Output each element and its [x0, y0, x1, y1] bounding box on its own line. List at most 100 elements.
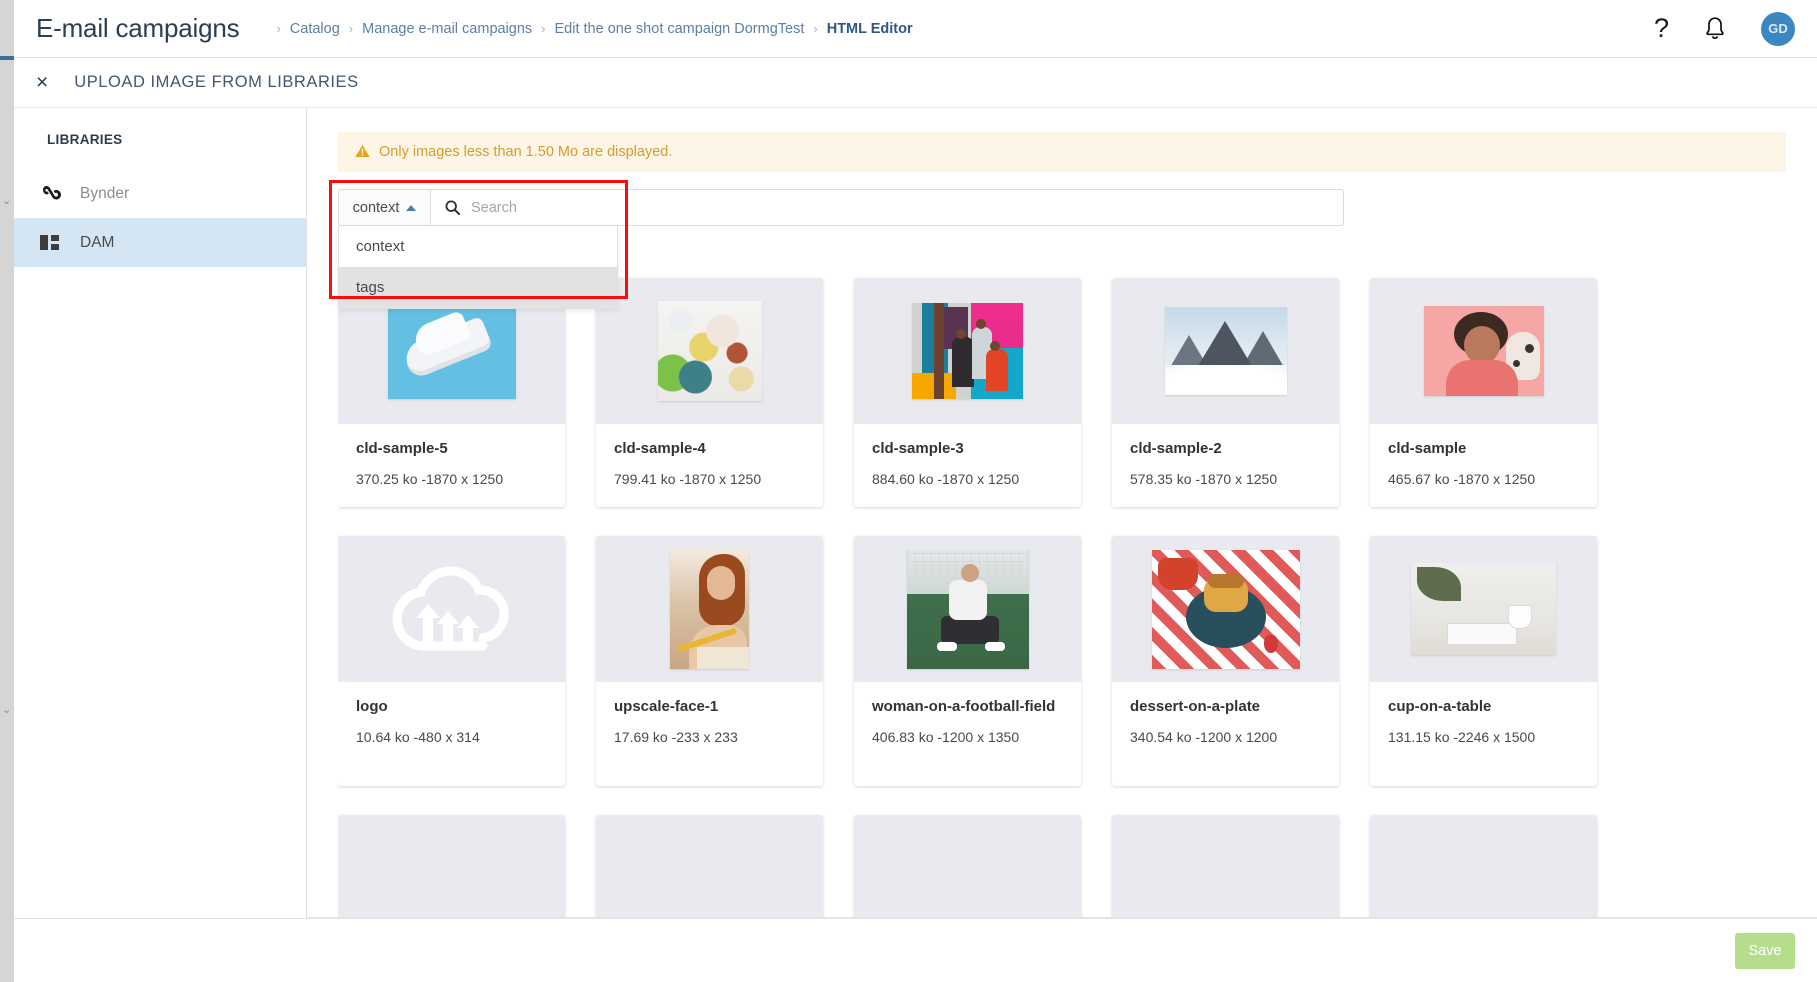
- image-card-meta: cld-sample-2 578.35 ko -1870 x 1250: [1112, 424, 1339, 507]
- image-card-cld-sample[interactable]: cld-sample 465.67 ko -1870 x 1250: [1370, 278, 1597, 508]
- image-card-info: 884.60 ko -1870 x 1250: [872, 471, 1020, 488]
- header-actions: ? GD: [1654, 11, 1817, 46]
- thumbnail-cloud-upload-logo: [338, 536, 565, 683]
- sidebar-heading: LIBRARIES: [47, 132, 123, 147]
- image-card-title: cld-sample-4: [614, 440, 706, 457]
- sidebar-item-dam[interactable]: DAM: [14, 218, 306, 267]
- cloud-upload-icon: [392, 566, 509, 651]
- caret-up-icon: [406, 204, 417, 211]
- thumbnail-cup-on-table: [1370, 536, 1597, 683]
- image-card-logo[interactable]: logo 10.64 ko -480 x 314: [338, 536, 565, 787]
- modal-header: × UPLOAD IMAGE FROM LIBRARIES: [14, 58, 1817, 108]
- breadcrumb-separator-0: ›: [276, 21, 281, 36]
- image-card-info: 578.35 ko -1870 x 1250: [1130, 471, 1278, 488]
- rail-chevron-icon-2: ⌄: [2, 704, 12, 716]
- image-card-info: 131.15 ko -2246 x 1500: [1388, 729, 1536, 746]
- breadcrumb-item-catalog[interactable]: Catalog: [290, 21, 340, 37]
- image-card-meta: cld-sample-3 884.60 ko -1870 x 1250: [854, 424, 1081, 507]
- modal-body: LIBRARIES Bynder DAM Only images less th…: [14, 108, 1817, 982]
- image-card-title: cld-sample-2: [1130, 440, 1222, 457]
- library-content-panel: Only images less than 1.50 Mo are displa…: [307, 108, 1817, 982]
- thumbnail-snowy-mountain: [1112, 278, 1339, 424]
- image-card-info: 465.67 ko -1870 x 1250: [1388, 471, 1536, 488]
- image-card-title: cld-sample-3: [872, 440, 964, 457]
- image-card-title: cup-on-a-table: [1388, 698, 1492, 716]
- bynder-icon: [40, 185, 66, 203]
- image-card-woman-on-a-football-field[interactable]: woman-on-a-football-field 406.83 ko -120…: [854, 536, 1081, 787]
- sidebar-item-label-dam: DAM: [80, 233, 115, 251]
- image-card-info: 17.69 ko -233 x 233: [614, 729, 738, 746]
- grid-icon: [40, 235, 66, 250]
- app-left-rail: ⌄ ⌄: [0, 0, 14, 982]
- warning-triangle-icon: [355, 144, 370, 160]
- breadcrumb: › Catalog › Manage e-mail campaigns › Ed…: [267, 21, 912, 37]
- breadcrumb-item-edit-campaign[interactable]: Edit the one shot campaign DormgTest: [555, 21, 805, 37]
- image-card-cld-sample-3[interactable]: cld-sample-3 884.60 ko -1870 x 1250: [854, 278, 1081, 508]
- image-card-info: 10.64 ko -480 x 314: [356, 729, 480, 746]
- image-card-title: cld-sample-5: [356, 440, 448, 457]
- sidebar-item-label-bynder: Bynder: [80, 184, 130, 202]
- breadcrumb-separator-2: ›: [541, 21, 546, 36]
- image-card-title: woman-on-a-football-field: [872, 698, 1056, 716]
- filter-type-dropdown-button[interactable]: context: [338, 189, 430, 226]
- image-card-meta: cld-sample-4 799.41 ko -1870 x 1250: [596, 424, 823, 507]
- save-button[interactable]: Save: [1735, 932, 1795, 969]
- search-box[interactable]: [430, 189, 1344, 226]
- image-card-cld-sample-5[interactable]: cld-sample-5 370.25 ko -1870 x 1250: [338, 278, 565, 508]
- thumbnail-pancake-dessert: [1112, 536, 1339, 683]
- libraries-sidebar: LIBRARIES Bynder DAM: [14, 108, 307, 982]
- breadcrumb-separator-3: ›: [813, 21, 818, 36]
- image-card-meta: dessert-on-a-plate 340.54 ko -1200 x 120…: [1112, 682, 1339, 786]
- left-rail-accent: [0, 56, 14, 60]
- image-card-info: 799.41 ko -1870 x 1250: [614, 471, 762, 488]
- image-card-title: dessert-on-a-plate: [1130, 698, 1261, 716]
- thumbnail-breakfast-flatlay: [596, 278, 823, 424]
- image-grid-scroll[interactable]: cld-sample-5 370.25 ko -1870 x 1250 cld-…: [338, 266, 1807, 982]
- help-icon[interactable]: ?: [1654, 15, 1669, 42]
- image-card-info: 406.83 ko -1200 x 1350: [872, 729, 1020, 746]
- close-icon[interactable]: ×: [36, 72, 48, 93]
- rail-chevron-icon-1: ⌄: [2, 195, 12, 207]
- image-card-meta: upscale-face-1 17.69 ko -233 x 233: [596, 682, 823, 786]
- image-card-cup-on-a-table[interactable]: cup-on-a-table 131.15 ko -2246 x 1500: [1370, 536, 1597, 787]
- breadcrumb-separator-1: ›: [348, 21, 354, 36]
- size-limit-notice: Only images less than 1.50 Mo are displa…: [338, 132, 1786, 172]
- search-filter-row: context context tags: [329, 180, 1344, 309]
- thumbnail-laughing-woman-with-dog: [1370, 278, 1597, 424]
- avatar[interactable]: GD: [1761, 11, 1795, 46]
- image-card-meta: woman-on-a-football-field 406.83 ko -120…: [854, 682, 1081, 786]
- image-card-info: 340.54 ko -1200 x 1200: [1130, 729, 1278, 746]
- image-card-meta: cup-on-a-table 131.15 ko -2246 x 1500: [1370, 682, 1597, 786]
- filter-type-selected-label: context: [352, 199, 400, 216]
- search-icon: [445, 200, 460, 215]
- breadcrumb-item-manage-campaigns[interactable]: Manage e-mail campaigns: [362, 21, 532, 37]
- size-limit-notice-text: Only images less than 1.50 Mo are displa…: [379, 144, 673, 160]
- image-card-title: logo: [356, 698, 388, 716]
- thumbnail-basketball-players: [854, 278, 1081, 424]
- image-card-cld-sample-4[interactable]: cld-sample-4 799.41 ko -1870 x 1250: [596, 278, 823, 508]
- modal-footer: Save: [14, 918, 1817, 982]
- image-card-meta: cld-sample 465.67 ko -1870 x 1250: [1370, 424, 1597, 507]
- dropdown-option-tags[interactable]: tags: [339, 267, 617, 308]
- breadcrumb-item-html-editor[interactable]: HTML Editor: [827, 21, 913, 37]
- dropdown-option-context[interactable]: context: [339, 226, 617, 267]
- top-header-bar: E-mail campaigns › Catalog › Manage e-ma…: [14, 0, 1817, 58]
- search-input[interactable]: [471, 191, 1343, 224]
- filter-type-dropdown-menu: context tags: [338, 226, 618, 309]
- image-card-info: 370.25 ko -1870 x 1250: [356, 471, 504, 488]
- image-card-upscale-face-1[interactable]: upscale-face-1 17.69 ko -233 x 233: [596, 536, 823, 787]
- image-card-cld-sample-2[interactable]: cld-sample-2 578.35 ko -1870 x 1250: [1112, 278, 1339, 508]
- image-card-title: upscale-face-1: [614, 698, 719, 716]
- image-card-meta: logo 10.64 ko -480 x 314: [338, 682, 565, 786]
- page-title: E-mail campaigns: [36, 13, 240, 43]
- modal-title: UPLOAD IMAGE FROM LIBRARIES: [74, 73, 359, 91]
- notification-bell-icon[interactable]: [1703, 16, 1727, 42]
- application-window: ⌄ ⌄ E-mail campaigns › Catalog › Manage …: [0, 0, 1817, 982]
- image-grid: cld-sample-5 370.25 ko -1870 x 1250 cld-…: [338, 266, 1807, 962]
- image-card-dessert-on-a-plate[interactable]: dessert-on-a-plate 340.54 ko -1200 x 120…: [1112, 536, 1339, 787]
- sidebar-item-bynder[interactable]: Bynder: [14, 169, 306, 218]
- thumbnail-red-haired-woman: [596, 536, 823, 683]
- image-card-title: cld-sample: [1388, 440, 1467, 457]
- image-card-meta: cld-sample-5 370.25 ko -1870 x 1250: [338, 424, 565, 507]
- thumbnail-woman-football-field: [854, 536, 1081, 683]
